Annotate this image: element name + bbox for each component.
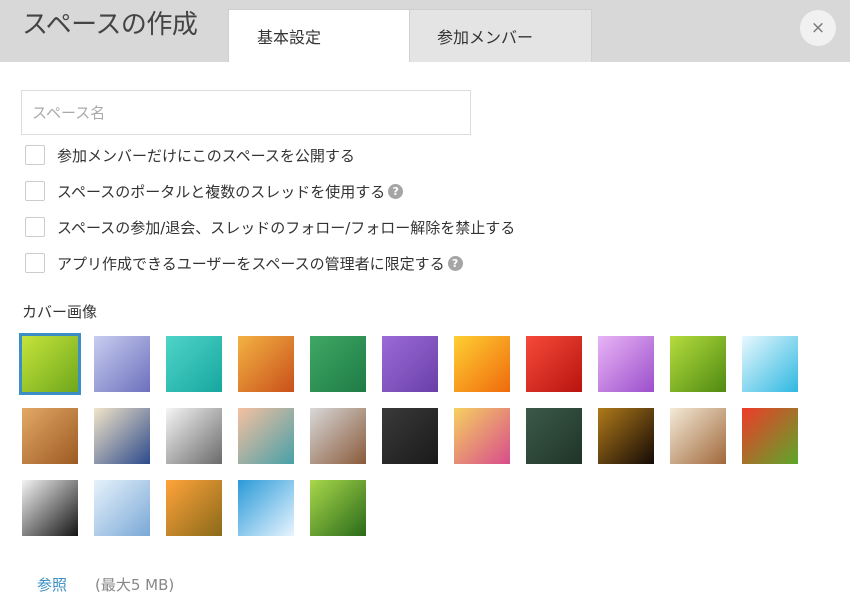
cover-thumb-palm-beach[interactable]	[238, 480, 294, 536]
space-name-input[interactable]	[21, 90, 471, 135]
cover-thumb-snow-trees[interactable]	[94, 480, 150, 536]
tab-basic-settings[interactable]: 基本設定	[228, 9, 410, 62]
max-size-note: (最大5 MB)	[95, 576, 175, 594]
cover-thumb-lilac-flower[interactable]	[598, 336, 654, 392]
cover-thumb-green-lines[interactable]	[19, 333, 81, 395]
help-icon[interactable]: ?	[447, 255, 463, 271]
option-label: スペースの参加/退会、スレッドのフォロー/フォロー解除を禁止する	[57, 218, 516, 237]
option-limit-app-creation[interactable]: アプリ作成できるユーザーをスペースの管理者に限定する ?	[25, 251, 463, 275]
cover-thumb-cyan-cubes[interactable]	[742, 336, 798, 392]
option-label: スペースのポータルと複数のスレッドを使用する	[57, 182, 386, 201]
cover-image-label: カバー画像	[22, 303, 98, 321]
dialog-title: スペースの作成	[22, 10, 198, 40]
cover-thumb-teal-paint[interactable]	[166, 336, 222, 392]
cover-thumb-orange-texture[interactable]	[238, 336, 294, 392]
cover-thumb-latte-art[interactable]	[670, 408, 726, 464]
cover-thumb-green-leaf[interactable]	[670, 336, 726, 392]
checkbox[interactable]	[25, 253, 45, 273]
cover-thumb-chalk-bulbs[interactable]	[526, 408, 582, 464]
cover-thumb-wood-weave[interactable]	[22, 408, 78, 464]
option-label: 参加メンバーだけにこのスペースを公開する	[57, 146, 355, 165]
close-icon: ×	[810, 18, 826, 38]
cover-thumb-purple-fabric[interactable]	[382, 336, 438, 392]
cover-thumb-colored-pencils[interactable]	[454, 408, 510, 464]
cover-thumb-pumpkins[interactable]	[166, 480, 222, 536]
option-portal-threads[interactable]: スペースのポータルと複数のスレッドを使用する ?	[25, 179, 404, 203]
close-button[interactable]: ×	[800, 10, 836, 46]
browse-link[interactable]: 参照	[37, 574, 67, 595]
cover-thumb-green-paper[interactable]	[310, 336, 366, 392]
cover-thumb-moroccan-tile[interactable]	[94, 408, 150, 464]
cover-thumb-compass[interactable]	[166, 408, 222, 464]
cover-thumb-bamboo[interactable]	[310, 480, 366, 536]
tab-members[interactable]: 参加メンバー	[410, 9, 592, 62]
cover-thumb-red-carnation[interactable]	[526, 336, 582, 392]
cover-thumb-books[interactable]	[238, 408, 294, 464]
cover-thumb-blue-blur[interactable]	[94, 336, 150, 392]
cover-thumb-vegetables[interactable]	[742, 408, 798, 464]
option-members-only[interactable]: 参加メンバーだけにこのスペースを公開する	[25, 143, 355, 167]
cover-thumb-cat-peeking[interactable]	[22, 480, 78, 536]
option-prohibit-join-leave[interactable]: スペースの参加/退会、スレッドのフォロー/フォロー解除を禁止する	[25, 215, 515, 239]
cover-thumb-orange-flower[interactable]	[454, 336, 510, 392]
option-label: アプリ作成できるユーザーをスペースの管理者に限定する	[57, 254, 445, 273]
checkbox[interactable]	[25, 217, 45, 237]
checkbox[interactable]	[25, 145, 45, 165]
cover-thumb-dark-gradient[interactable]	[598, 408, 654, 464]
dialog-header: スペースの作成 基本設定 参加メンバー ×	[0, 0, 850, 62]
checkbox[interactable]	[25, 181, 45, 201]
help-icon[interactable]: ?	[388, 183, 404, 199]
cover-thumb-tools[interactable]	[310, 408, 366, 464]
cover-thumb-chalk-doodles[interactable]	[382, 408, 438, 464]
